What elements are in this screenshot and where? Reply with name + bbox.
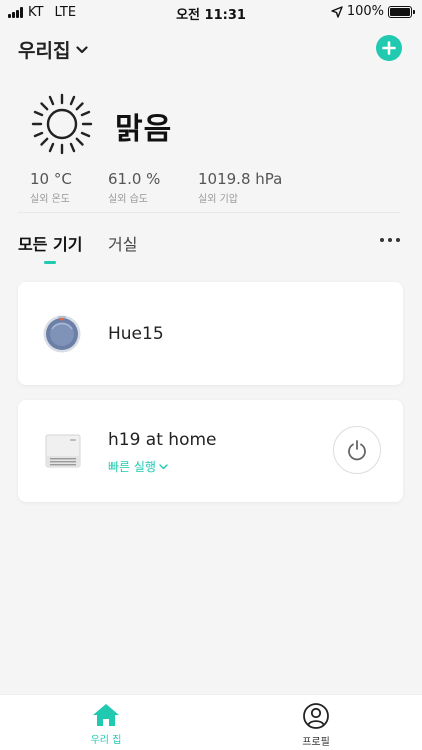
profile-icon [303, 703, 329, 729]
temperature-value: 10 °C [30, 170, 72, 188]
app-screen: KT LTE 오전 11:31 100% 우리집 맑음 10 °C 실외 온도 … [0, 0, 422, 750]
more-options-button[interactable] [380, 238, 400, 242]
battery-percent: 100% [346, 4, 384, 19]
outdoor-pressure: 1019.8 hPa 실외 기압 [198, 170, 282, 205]
nav-profile-label: 프로필 [302, 737, 330, 748]
power-icon [348, 440, 366, 461]
status-bar: KT LTE 오전 11:31 100% [0, 0, 422, 26]
device-card-hue15[interactable]: Hue15 [18, 282, 403, 385]
outdoor-temperature: 10 °C 실외 온도 [30, 170, 72, 205]
pressure-value: 1019.8 hPa [198, 170, 283, 188]
humidity-value: 61.0 % [108, 170, 161, 188]
nav-profile[interactable]: 프로필 [276, 703, 356, 748]
home-selector[interactable]: 우리집 [18, 36, 89, 63]
tab-living-room[interactable]: 거실 [108, 231, 137, 255]
robot-vacuum-icon [43, 315, 81, 353]
weather-divider [18, 212, 400, 213]
power-button[interactable] [333, 426, 381, 474]
more-dot-icon [396, 238, 400, 242]
plus-icon [382, 41, 396, 55]
add-device-button[interactable] [376, 35, 402, 61]
home-icon [93, 704, 119, 726]
active-tab-indicator [44, 261, 56, 264]
sun-icon [31, 93, 93, 155]
more-dot-icon [380, 238, 384, 242]
nav-home-label: 우리 집 [90, 735, 122, 746]
pressure-label: 실외 기압 [198, 194, 238, 205]
device-name: h19 at home [108, 430, 217, 450]
chevron-down-icon [76, 45, 89, 53]
quick-run-label: 빠른 실행 [108, 460, 156, 474]
device-card-h19[interactable]: h19 at home 빠른 실행 [18, 400, 403, 502]
location-arrow-icon [331, 5, 343, 18]
outdoor-humidity: 61.0 % 실외 습도 [108, 170, 160, 205]
chevron-down-icon [159, 463, 168, 469]
humidity-label: 실외 습도 [108, 194, 148, 205]
nav-home[interactable]: 우리 집 [66, 703, 146, 746]
weather-condition: 맑음 [115, 112, 173, 147]
quick-run-button[interactable]: 빠른 실행 [108, 458, 168, 475]
bottom-navigation: 우리 집 프로필 [0, 694, 422, 750]
home-name: 우리집 [18, 40, 71, 62]
battery-icon [388, 5, 415, 18]
status-right: 100% [331, 4, 415, 19]
tab-all-devices[interactable]: 모든 기기 [18, 231, 82, 255]
temperature-label: 실외 온도 [30, 194, 70, 205]
air-purifier-icon [45, 434, 81, 468]
device-name: Hue15 [108, 324, 164, 344]
more-dot-icon [388, 238, 392, 242]
